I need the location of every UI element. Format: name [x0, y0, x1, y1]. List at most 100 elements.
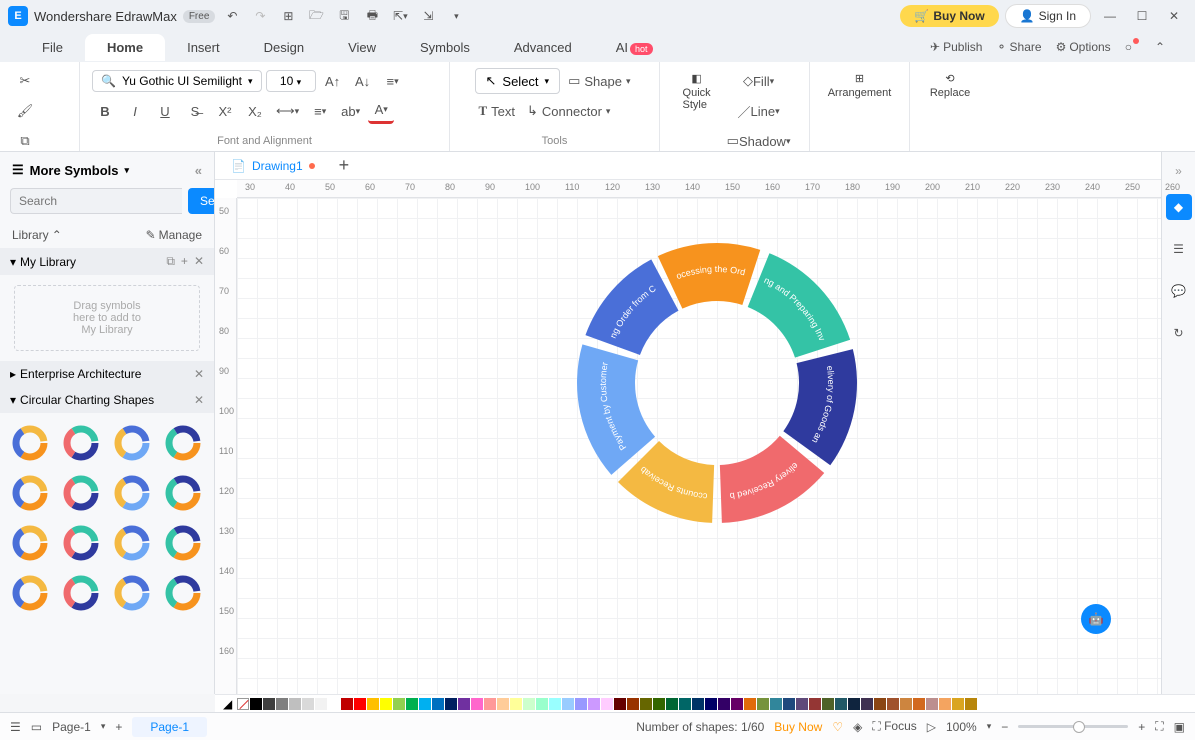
- font-color-icon[interactable]: A▾: [368, 98, 394, 124]
- shadow-button[interactable]: ▭ Shadow▾: [723, 128, 795, 154]
- help-fab-icon[interactable]: 🤖: [1081, 604, 1111, 634]
- shape-thumb[interactable]: [61, 573, 101, 613]
- add-page-icon[interactable]: +: [115, 720, 122, 734]
- page-thumbs-icon[interactable]: ▭: [31, 720, 42, 734]
- export-icon[interactable]: ⇱▾: [389, 5, 411, 27]
- comments-pane-icon[interactable]: 💬: [1166, 278, 1192, 304]
- shape-thumb[interactable]: [10, 473, 50, 513]
- close-section-icon[interactable]: ✕: [194, 393, 204, 407]
- underline-button[interactable]: U: [152, 98, 178, 124]
- undo-icon[interactable]: ↶: [221, 5, 243, 27]
- color-swatch[interactable]: [952, 698, 964, 710]
- quick-style-button[interactable]: ◧Quick Style: [675, 68, 719, 115]
- line-spacing-icon[interactable]: ⟷▾: [272, 98, 303, 124]
- fit-width-icon[interactable]: ▣: [1174, 720, 1185, 734]
- manage-link[interactable]: ✎ Manage: [146, 228, 202, 242]
- collapse-rail-icon[interactable]: »: [1175, 164, 1182, 178]
- color-swatch[interactable]: [354, 698, 366, 710]
- select-tool[interactable]: ↖ Select ▾: [475, 68, 561, 94]
- font-size-selector[interactable]: 10 ▾: [266, 70, 316, 92]
- connector-tool[interactable]: ↳ Connector ▾: [523, 98, 614, 124]
- open-icon[interactable]: 🗁: [305, 5, 327, 27]
- circular-section[interactable]: ▾ Circular Charting Shapes ✕: [0, 387, 214, 413]
- new-icon[interactable]: ⊞: [277, 5, 299, 27]
- color-swatch[interactable]: [367, 698, 379, 710]
- focus-button[interactable]: ⛶ Focus: [872, 719, 916, 734]
- page-tab[interactable]: Page-1: [132, 717, 207, 737]
- menu-symbols[interactable]: Symbols: [398, 34, 492, 61]
- highlight-icon[interactable]: ab▾: [337, 98, 364, 124]
- color-swatch[interactable]: [653, 698, 665, 710]
- no-fill-swatch[interactable]: [237, 698, 249, 710]
- increase-font-icon[interactable]: A↑: [320, 68, 346, 94]
- color-swatch[interactable]: [666, 698, 678, 710]
- align-icon[interactable]: ≡▾: [380, 68, 406, 94]
- fill-button[interactable]: ◇ Fill▾: [723, 68, 795, 94]
- library-dropzone[interactable]: Drag symbols here to add to My Library: [14, 285, 200, 351]
- color-swatch[interactable]: [276, 698, 288, 710]
- qat-more-icon[interactable]: ▾: [445, 5, 467, 27]
- shape-thumb[interactable]: [10, 523, 50, 563]
- color-swatch[interactable]: [835, 698, 847, 710]
- print-icon[interactable]: 🖶: [361, 5, 383, 27]
- color-swatch[interactable]: [614, 698, 626, 710]
- close-section-icon[interactable]: ✕: [194, 367, 204, 381]
- layers-icon[interactable]: ◈: [853, 720, 862, 734]
- minimize-icon[interactable]: —: [1097, 3, 1123, 29]
- menu-ai[interactable]: AIhot: [594, 34, 675, 61]
- add-tab-button[interactable]: +: [333, 155, 356, 176]
- font-selector[interactable]: 🔍 Yu Gothic UI Semilight ▾: [92, 70, 262, 92]
- menu-insert[interactable]: Insert: [165, 34, 242, 61]
- canvas[interactable]: Processing the OrderBilling and Preparin…: [237, 198, 1161, 694]
- color-swatch[interactable]: [770, 698, 782, 710]
- superscript-button[interactable]: X²: [212, 98, 238, 124]
- collapse-panel-icon[interactable]: «: [195, 163, 202, 178]
- color-swatch[interactable]: [848, 698, 860, 710]
- bold-button[interactable]: B: [92, 98, 118, 124]
- copy-icon[interactable]: ⧉: [12, 128, 38, 154]
- color-swatch[interactable]: [679, 698, 691, 710]
- search-button[interactable]: Search: [188, 188, 215, 214]
- color-swatch[interactable]: [809, 698, 821, 710]
- more-symbols-header[interactable]: ☰ More Symbols▾ «: [0, 152, 214, 188]
- color-swatch[interactable]: [250, 698, 262, 710]
- color-swatch[interactable]: [822, 698, 834, 710]
- color-swatch[interactable]: [419, 698, 431, 710]
- color-swatch[interactable]: [406, 698, 418, 710]
- color-swatch[interactable]: [692, 698, 704, 710]
- shape-thumb[interactable]: [163, 473, 203, 513]
- fit-page-icon[interactable]: ⛶: [1155, 719, 1163, 734]
- color-swatch[interactable]: [302, 698, 314, 710]
- color-swatch[interactable]: [575, 698, 587, 710]
- color-swatch[interactable]: [640, 698, 652, 710]
- menu-view[interactable]: View: [326, 34, 398, 61]
- shape-thumb[interactable]: [61, 473, 101, 513]
- shape-thumb[interactable]: [10, 423, 50, 463]
- donut-chart[interactable]: Processing the OrderBilling and Preparin…: [567, 233, 867, 533]
- library-link[interactable]: Library ⌃: [12, 228, 62, 242]
- color-swatch[interactable]: [341, 698, 353, 710]
- shape-thumb[interactable]: [163, 523, 203, 563]
- color-swatch[interactable]: [263, 698, 275, 710]
- color-swatch[interactable]: [497, 698, 509, 710]
- arrangement-button[interactable]: ⊞Arrangement: [820, 68, 900, 103]
- color-swatch[interactable]: [484, 698, 496, 710]
- shape-thumb[interactable]: [163, 423, 203, 463]
- heart-icon[interactable]: ♡: [832, 720, 843, 734]
- zoom-in-icon[interactable]: +: [1138, 720, 1145, 734]
- outline-pane-icon[interactable]: ☰: [1166, 236, 1192, 262]
- color-swatch[interactable]: [536, 698, 548, 710]
- presentation-icon[interactable]: ▷: [927, 720, 936, 734]
- color-swatch[interactable]: [926, 698, 938, 710]
- color-swatch[interactable]: [510, 698, 522, 710]
- dropper-icon[interactable]: ◢: [219, 697, 236, 711]
- cut-icon[interactable]: ✂: [12, 68, 38, 94]
- subscript-button[interactable]: X₂: [242, 98, 268, 124]
- color-swatch[interactable]: [393, 698, 405, 710]
- my-library-section[interactable]: ▾ My Library ⧉+✕: [0, 248, 214, 275]
- color-swatch[interactable]: [783, 698, 795, 710]
- color-swatch[interactable]: [601, 698, 613, 710]
- color-swatch[interactable]: [471, 698, 483, 710]
- color-swatch[interactable]: [731, 698, 743, 710]
- color-swatch[interactable]: [380, 698, 392, 710]
